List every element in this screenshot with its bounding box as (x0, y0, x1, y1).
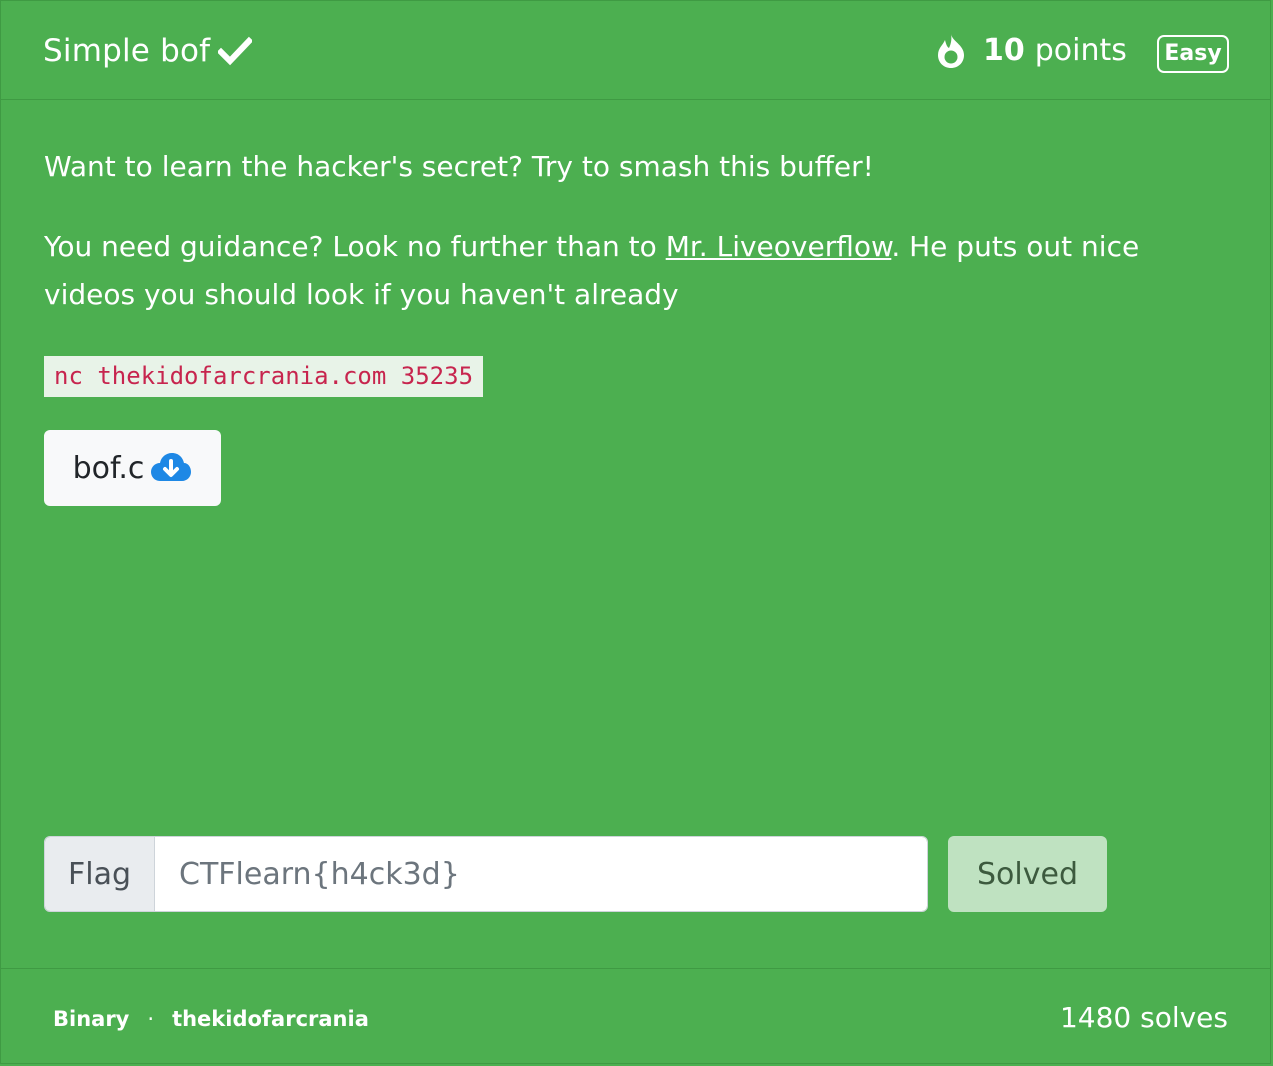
challenge-title: Simple bof (43, 31, 253, 71)
cloud-download-icon (151, 453, 192, 481)
liveoverflow-link[interactable]: Mr. Liveoverflow (666, 230, 892, 263)
check-icon (218, 36, 253, 66)
points-display: 10 points (935, 31, 1127, 71)
flame-icon (938, 34, 964, 68)
card-footer: Binary · thekidofarcrania 1480 solves (1, 968, 1270, 1065)
footer-separator: · (147, 1007, 155, 1031)
flag-input-group: Flag (44, 836, 928, 912)
description-line-2: You need guidance? Look no further than … (44, 223, 1204, 319)
download-file-button[interactable]: bof.c (44, 430, 221, 506)
netcat-command: nc thekidofarcrania.com 35235 (44, 356, 484, 397)
footer-meta: Binary · thekidofarcrania (53, 1007, 369, 1031)
file-name: bof.c (72, 450, 145, 486)
category-link[interactable]: Binary (53, 1007, 129, 1031)
challenge-card: Simple bof 10 points Easy Want to learn … (0, 0, 1271, 1064)
flag-label: Flag (45, 837, 155, 911)
card-header: Simple bof 10 points Easy (1, 1, 1270, 100)
difficulty-badge: Easy (1157, 35, 1229, 73)
points-value: 10 (983, 33, 1025, 68)
flag-input[interactable] (155, 837, 927, 911)
challenge-title-text: Simple bof (43, 33, 211, 69)
points-unit: points (1034, 33, 1127, 68)
description-line-1: Want to learn the hacker's secret? Try t… (44, 150, 874, 183)
description-text-before-link: You need guidance? Look no further than … (44, 230, 666, 263)
solves-count: 1480 solves (1059, 1001, 1228, 1034)
solved-button[interactable]: Solved (948, 836, 1107, 912)
author-link[interactable]: thekidofarcrania (172, 1007, 369, 1031)
